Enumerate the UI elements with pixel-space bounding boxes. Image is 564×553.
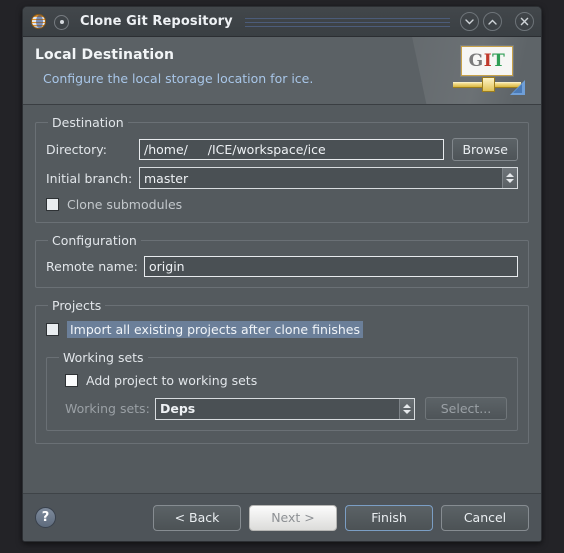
close-button[interactable] [515, 12, 534, 31]
configuration-group: Configuration Remote name: origin [35, 233, 529, 288]
destination-group: Destination Directory: /home/ /ICE/works… [35, 115, 529, 223]
remote-name-label: Remote name: [46, 259, 138, 274]
git-logo: GIT [453, 46, 525, 98]
title-bar: Clone Git Repository [23, 7, 541, 37]
working-sets-legend: Working sets [63, 350, 144, 365]
select-working-sets-button[interactable]: Select... [425, 397, 507, 420]
remote-name-row: Remote name: origin [46, 256, 518, 277]
initial-branch-value: master [144, 170, 189, 186]
back-button[interactable]: < Back [153, 504, 241, 531]
remote-name-input[interactable]: origin [144, 256, 518, 277]
clone-submodules-checkbox[interactable] [46, 198, 59, 211]
maximize-button[interactable] [483, 12, 502, 31]
working-sets-row: Working sets: Deps Select... [57, 397, 507, 420]
browse-button[interactable]: Browse [452, 138, 518, 161]
directory-label: Directory: [46, 142, 107, 157]
add-to-working-sets-label: Add project to working sets [86, 373, 258, 388]
git-logo-card: GIT [461, 46, 513, 76]
projects-legend: Projects [52, 298, 102, 313]
finish-button[interactable]: Finish [345, 504, 433, 531]
initial-branch-combo[interactable]: master [139, 167, 518, 189]
wizard-banner: Local Destination Configure the local st… [23, 37, 541, 105]
git-letter-i: I [483, 51, 493, 71]
window-controls [460, 12, 534, 31]
minimize-button[interactable] [460, 12, 479, 31]
destination-legend: Destination [52, 115, 124, 130]
working-sets-label: Working sets: [65, 401, 150, 416]
initial-branch-label: Initial branch: [46, 170, 133, 186]
import-projects-checkbox[interactable] [46, 323, 59, 336]
dot-icon [54, 14, 69, 30]
chevron-updown-icon[interactable] [502, 168, 517, 188]
working-sets-combo[interactable]: Deps [155, 397, 415, 420]
initial-branch-row: Initial branch: master [46, 167, 518, 189]
working-sets-group: Working sets Add project to working sets… [46, 350, 518, 431]
configuration-legend: Configuration [52, 233, 137, 248]
globe-icon [31, 14, 46, 29]
directory-row: Directory: /home/ /ICE/workspace/ice Bro… [46, 138, 518, 161]
git-logo-knob [482, 77, 495, 92]
directory-input[interactable]: /home/ /ICE/workspace/ice [139, 139, 445, 160]
projects-group: Projects Import all existing projects af… [35, 298, 529, 444]
import-projects-row[interactable]: Import all existing projects after clone… [46, 321, 518, 338]
next-button[interactable]: Next > [249, 504, 337, 531]
import-projects-label: Import all existing projects after clone… [67, 321, 363, 338]
app-icon [31, 13, 48, 30]
add-to-working-sets-row[interactable]: Add project to working sets [65, 373, 507, 388]
working-sets-value: Deps [160, 401, 196, 416]
chevron-updown-icon-working-sets[interactable] [399, 398, 414, 419]
clone-git-repository-dialog: Clone Git Repository Local Destination C… [22, 6, 542, 542]
clone-submodules-row[interactable]: Clone submodules [46, 197, 518, 212]
dialog-body: Destination Directory: /home/ /ICE/works… [23, 105, 541, 493]
dialog-footer: ? < Back Next > Finish Cancel [23, 493, 541, 541]
git-letter-g: G [468, 51, 484, 71]
help-icon[interactable]: ? [35, 507, 56, 528]
clone-submodules-label: Clone submodules [67, 197, 183, 212]
git-letter-t: T [492, 51, 506, 71]
git-logo-triangle-inner [513, 84, 522, 93]
window-title: Clone Git Repository [80, 14, 233, 29]
add-to-working-sets-checkbox[interactable] [65, 374, 78, 387]
titlebar-rail [244, 16, 450, 27]
cancel-button[interactable]: Cancel [441, 504, 529, 531]
